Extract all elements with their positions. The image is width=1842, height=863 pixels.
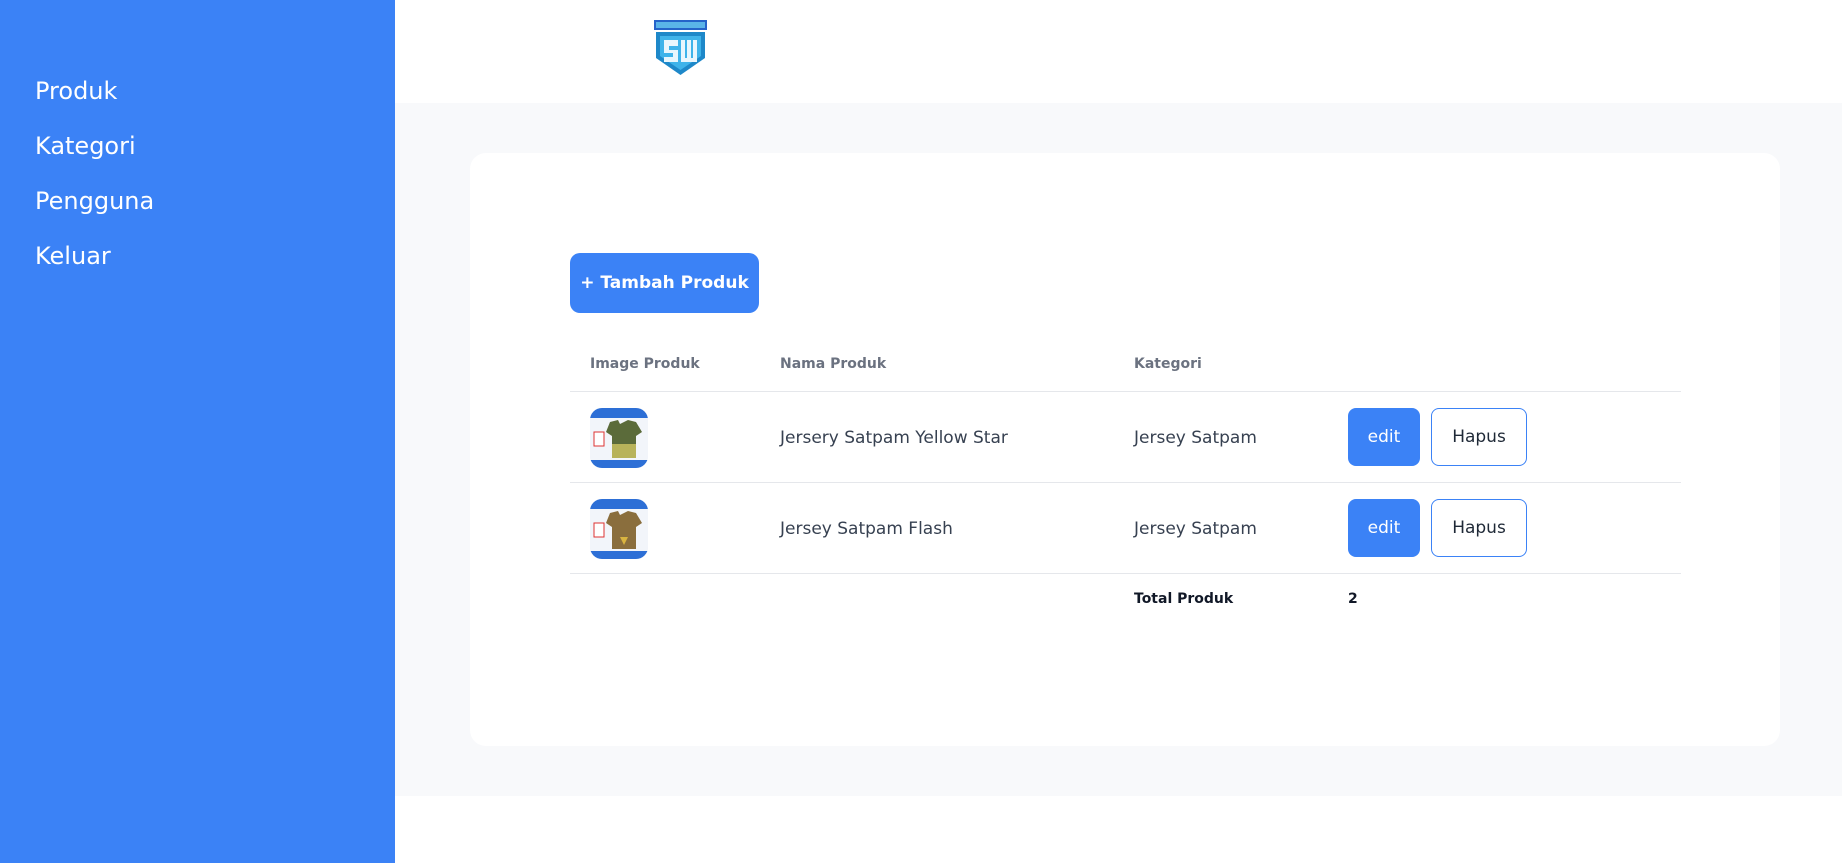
product-card: + Tambah Produk Image Produk Nama Produk… — [470, 153, 1780, 746]
header-name: Nama Produk — [780, 356, 887, 372]
total-label: Total Produk — [1134, 591, 1234, 607]
header-category: Kategori — [1134, 356, 1202, 372]
product-category: Jersey Satpam — [1134, 519, 1257, 539]
edit-button[interactable]: edit — [1348, 408, 1420, 466]
sidebar-item-produk[interactable]: Produk — [0, 72, 395, 127]
total-value: 2 — [1348, 591, 1358, 607]
product-category: Jersey Satpam — [1134, 428, 1257, 448]
sidebar: Produk Kategori Pengguna Keluar — [0, 0, 395, 863]
product-name: Jersery Satpam Yellow Star — [780, 428, 1008, 448]
delete-button[interactable]: Hapus — [1431, 408, 1527, 466]
shield-logo-icon — [654, 20, 707, 75]
delete-button[interactable]: Hapus — [1431, 499, 1527, 557]
jersey-image-icon — [590, 408, 648, 468]
total-row: Total Produk 2 — [570, 574, 1681, 624]
product-name: Jersey Satpam Flash — [780, 519, 953, 539]
sidebar-item-pengguna[interactable]: Pengguna — [0, 182, 395, 237]
content-area: + Tambah Produk Image Produk Nama Produk… — [395, 103, 1842, 796]
topbar — [395, 0, 1842, 103]
sidebar-item-keluar[interactable]: Keluar — [0, 237, 395, 292]
sidebar-nav: Produk Kategori Pengguna Keluar — [0, 0, 395, 292]
sidebar-item-kategori[interactable]: Kategori — [0, 127, 395, 182]
add-product-button[interactable]: + Tambah Produk — [570, 253, 759, 313]
app-root: Produk Kategori Pengguna Keluar + Tambah… — [0, 0, 1842, 863]
table-row: Jersery Satpam Yellow Star Jersey Satpam… — [570, 392, 1681, 483]
product-table: Image Produk Nama Produk Kategori Jerser… — [570, 341, 1681, 624]
product-thumbnail — [590, 499, 648, 559]
jersey-image-icon — [590, 499, 648, 559]
table-header: Image Produk Nama Produk Kategori — [570, 341, 1681, 392]
edit-button[interactable]: edit — [1348, 499, 1420, 557]
product-thumbnail — [590, 408, 648, 468]
header-image: Image Produk — [590, 356, 700, 372]
table-row: Jersey Satpam Flash Jersey Satpam edit H… — [570, 483, 1681, 574]
